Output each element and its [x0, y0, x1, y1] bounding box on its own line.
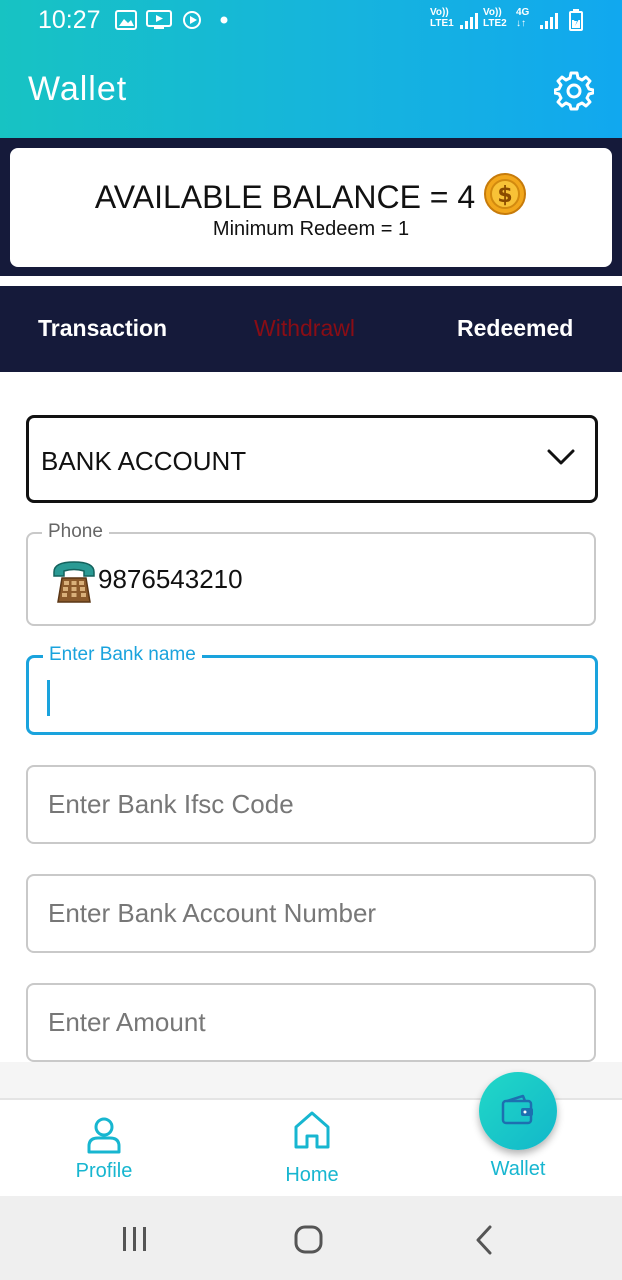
system-navigation-bar	[0, 1196, 622, 1280]
nav-home-label: Home	[285, 1164, 339, 1186]
nav-profile[interactable]: Profile	[62, 1116, 146, 1183]
sim2-lte: LTE2	[483, 18, 507, 29]
bank-name-field[interactable]: Enter Bank name	[26, 644, 598, 735]
phone-field[interactable]: Phone 9876543210	[26, 521, 596, 626]
phone-label: Phone	[42, 521, 109, 543]
svg-text:$: $	[498, 183, 513, 208]
sim1-lte: LTE1	[430, 18, 454, 29]
phone-value: 9876543210	[98, 564, 243, 594]
page-title: Wallet	[28, 70, 128, 108]
nav-home[interactable]: Home	[270, 1110, 354, 1187]
app-header: 10:27 Vo)) LTE1 Vo)) LTE2 4G ↓↑ Wallet	[0, 0, 622, 138]
available-balance: AVAILABLE BALANCE = 4 $	[10, 172, 612, 216]
person-icon	[87, 1117, 121, 1154]
wallet-fab-button[interactable]	[479, 1072, 557, 1150]
sim1-label: Vo)) LTE1	[430, 7, 454, 29]
home-icon	[294, 1111, 330, 1149]
home-circle-icon[interactable]	[294, 1225, 324, 1255]
telephone-icon	[53, 561, 95, 603]
media-icon	[183, 11, 201, 29]
bank-name-label: Enter Bank name	[43, 644, 202, 666]
gear-icon[interactable]	[554, 71, 594, 111]
minimum-redeem: Minimum Redeem = 1	[212, 218, 410, 240]
sim1-vo: Vo))	[430, 7, 449, 18]
account-number-placeholder: Enter Bank Account Number	[48, 898, 377, 928]
payment-method-select[interactable]: BANK ACCOUNT	[26, 415, 598, 503]
amount-placeholder: Enter Amount	[48, 1007, 206, 1037]
balance-label: AVAILABLE BALANCE = 4	[94, 179, 476, 215]
chevron-down-icon	[547, 449, 575, 465]
ifsc-field[interactable]: Enter Bank Ifsc Code	[26, 765, 596, 844]
wallet-tabs: Transaction Withdrawl Redeemed	[0, 286, 622, 372]
ifsc-placeholder: Enter Bank Ifsc Code	[48, 789, 294, 819]
wallet-icon	[501, 1094, 533, 1125]
nav-wallet-label: Wallet	[490, 1158, 546, 1180]
account-number-field[interactable]: Enter Bank Account Number	[26, 874, 596, 953]
status-bar: 10:27 Vo)) LTE1 Vo)) LTE2 4G ↓↑	[0, 0, 622, 42]
status-time: 10:27	[38, 6, 101, 34]
nav-profile-label: Profile	[75, 1160, 133, 1182]
text-cursor	[47, 680, 50, 716]
sim2-vo: Vo))	[483, 7, 502, 18]
nav-wallet[interactable]: Wallet	[476, 1158, 560, 1181]
battery-icon	[569, 9, 583, 31]
tab-withdrawl[interactable]: Withdrawl	[254, 315, 355, 342]
data-4g: 4G	[516, 7, 530, 18]
amount-field[interactable]: Enter Amount	[26, 983, 596, 1062]
gallery-icon	[115, 10, 137, 30]
back-icon[interactable]	[473, 1225, 495, 1255]
tab-transaction[interactable]: Transaction	[38, 315, 167, 342]
tv-icon	[146, 10, 172, 29]
data-arrows: ↓↑	[516, 18, 526, 29]
payment-method-value: BANK ACCOUNT	[41, 446, 247, 476]
signal-2-icon	[540, 13, 558, 29]
dollar-coin-icon: $	[484, 173, 527, 215]
sim2-label: Vo)) LTE2	[483, 7, 507, 29]
recent-apps-icon[interactable]	[120, 1226, 150, 1252]
balance-card: AVAILABLE BALANCE = 4 $ Minimum Redeem =…	[10, 148, 612, 267]
tab-redeemed[interactable]: Redeemed	[457, 315, 573, 342]
dot-icon	[220, 16, 228, 24]
data-label: 4G ↓↑	[516, 7, 529, 29]
signal-1-icon	[460, 13, 478, 29]
